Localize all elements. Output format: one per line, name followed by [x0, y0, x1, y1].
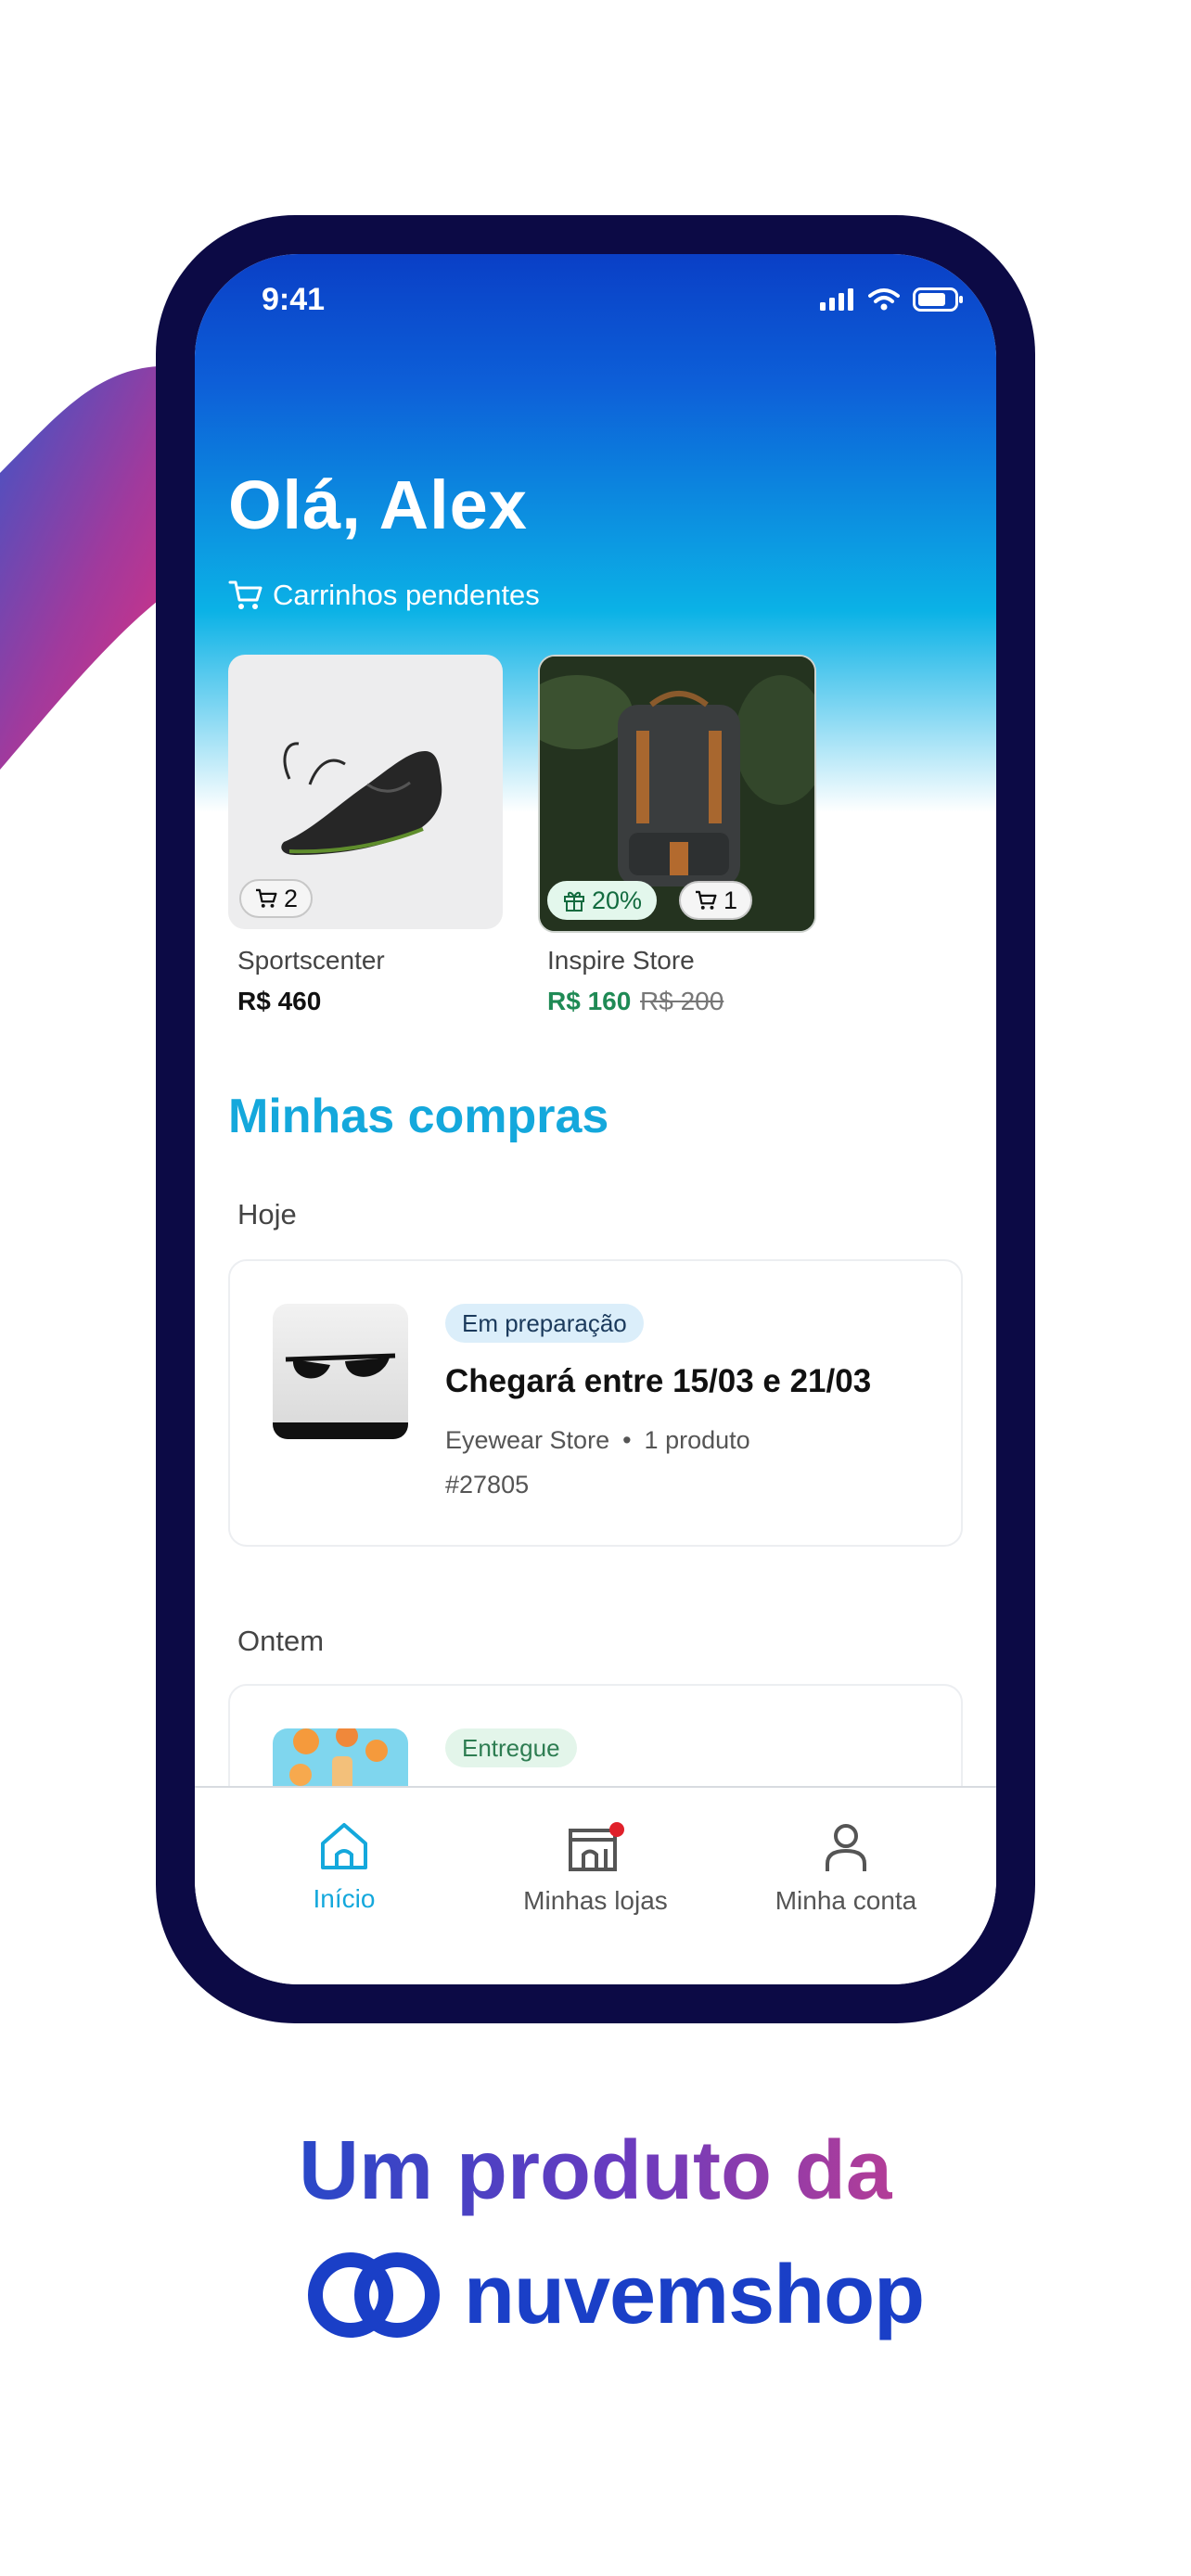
order-id: #27805 — [445, 1471, 530, 1498]
footer-tagline-text: Um produto da — [299, 2124, 892, 2217]
app-screen: 9:41 Olá, Alex Carrinhos pendentes 2 Spo… — [195, 254, 996, 1984]
store-name: Sportscenter — [237, 946, 385, 975]
day-label-today: Hoje — [237, 1198, 297, 1231]
bottom-tab-bar: Início Minhas lojas Minha conta — [195, 1786, 996, 1984]
order-store: Eyewear Store — [445, 1426, 610, 1454]
order-card[interactable]: Em preparação Chegará entre 15/03 e 21/0… — [228, 1259, 963, 1547]
order-product-count: 1 produto — [644, 1426, 750, 1454]
tab-label: Início — [313, 1884, 376, 1913]
cart-old-price: R$ 200 — [640, 987, 724, 1015]
tab-inicio[interactable]: Início — [219, 1821, 469, 1914]
cart-count: 2 — [284, 884, 299, 912]
status-time: 9:41 — [262, 282, 326, 317]
cart-count-pill: 1 — [679, 881, 753, 920]
pending-carts-header: Carrinhos pendentes — [228, 579, 540, 612]
cart-card-sportscenter[interactable]: 2 — [228, 655, 503, 929]
tab-minhas-lojas[interactable]: Minhas lojas — [470, 1821, 721, 1916]
notification-dot — [609, 1822, 624, 1837]
discount-pill: 20% — [547, 881, 658, 920]
user-icon — [826, 1824, 866, 1871]
sunglasses-image — [273, 1353, 408, 1439]
gift-icon — [564, 891, 584, 912]
purchases-title: Minhas compras — [228, 1090, 609, 1143]
status-bar: 9:41 — [195, 254, 996, 338]
tab-minha-conta[interactable]: Minha conta — [721, 1821, 971, 1916]
cart-count-pill: 2 — [239, 879, 314, 918]
greeting-title: Olá, Alex — [228, 466, 528, 543]
nuvemshop-logo-icon — [308, 2252, 440, 2338]
phone-frame: 9:41 Olá, Alex Carrinhos pendentes 2 Spo… — [156, 215, 1035, 2023]
nuvemshop-logo: nuvemshop — [304, 2244, 925, 2346]
cart-icon — [228, 580, 263, 609]
order-status-badge: Entregue — [445, 1728, 577, 1767]
order-thumbnail — [273, 1304, 408, 1439]
meta-separator: • — [622, 1426, 632, 1454]
brand-name: nuvemshop — [464, 2248, 925, 2341]
order-status-badge: Em preparação — [445, 1304, 644, 1343]
cart-sale-price: R$ 160 — [547, 987, 632, 1015]
store-name: Inspire Store — [547, 946, 695, 975]
footer-tagline: Um produto da — [0, 2123, 1191, 2219]
signal-icon — [820, 288, 853, 311]
battery-icon — [913, 287, 963, 312]
cart-icon — [256, 888, 277, 908]
cart-icon — [696, 890, 717, 910]
discount-value: 20% — [592, 886, 643, 914]
cart-card-inspire-store[interactable]: 20% 1 — [538, 655, 816, 933]
order-delivery-estimate: Chegará entre 15/03 e 21/03 — [445, 1363, 872, 1399]
pending-carts-title: Carrinhos pendentes — [273, 579, 540, 611]
store-icon — [569, 1822, 624, 1871]
tab-label: Minhas lojas — [523, 1886, 668, 1915]
tab-label: Minha conta — [775, 1886, 917, 1915]
cart-price: R$ 460 — [237, 987, 322, 1015]
order-meta: Eyewear Store • 1 produto — [445, 1426, 750, 1455]
cart-count: 1 — [724, 886, 738, 914]
home-icon — [321, 1823, 367, 1869]
day-label-yesterday: Ontem — [237, 1625, 325, 1657]
wifi-icon — [868, 288, 900, 311]
